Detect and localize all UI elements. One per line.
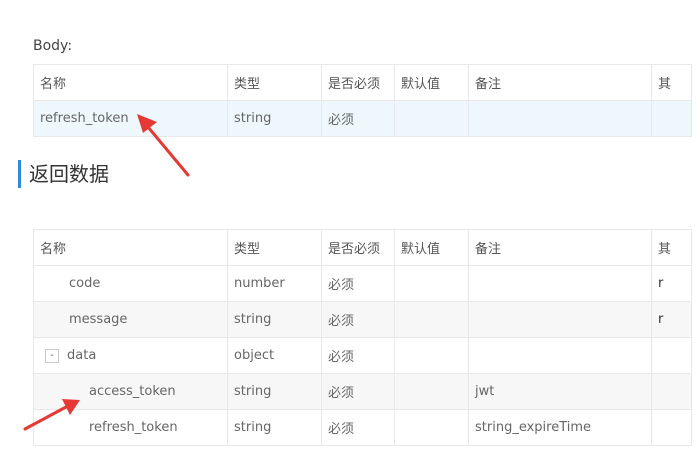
cell-note bbox=[468, 301, 652, 338]
cell-default bbox=[394, 301, 469, 338]
body-params-table: 名称 类型 是否必须 默认值 备注 其 refresh_token string… bbox=[33, 64, 692, 137]
header-name: 名称 bbox=[33, 229, 228, 266]
cell-default bbox=[394, 409, 469, 446]
cell-type: string bbox=[227, 409, 322, 446]
cell-extra: r bbox=[651, 301, 692, 338]
cell-name: message bbox=[33, 301, 228, 338]
table-row[interactable]: message string 必须 r bbox=[33, 301, 692, 338]
cell-name-label: data bbox=[67, 348, 97, 363]
cell-extra bbox=[651, 373, 692, 410]
header-note: 备注 bbox=[468, 229, 652, 266]
cell-type: object bbox=[227, 337, 322, 374]
header-type: 类型 bbox=[227, 64, 322, 101]
header-required: 是否必须 bbox=[321, 229, 395, 266]
cell-extra: r bbox=[651, 265, 692, 302]
cell-required: 必须 bbox=[321, 301, 395, 338]
table-row[interactable]: refresh_token string 必须 bbox=[33, 100, 692, 137]
table-row[interactable]: access_token string 必须 jwt bbox=[33, 373, 692, 410]
cell-default bbox=[394, 265, 469, 302]
cell-name: access_token bbox=[33, 373, 228, 410]
header-other: 其 bbox=[651, 229, 692, 266]
table-header-row: 名称 类型 是否必须 默认值 备注 其 bbox=[33, 64, 692, 101]
cell-default bbox=[394, 337, 469, 374]
cell-note bbox=[468, 100, 652, 137]
header-other: 其 bbox=[651, 64, 692, 101]
cell-note bbox=[468, 265, 652, 302]
table-row[interactable]: code number 必须 r bbox=[33, 265, 692, 302]
return-data-table: 名称 类型 是否必须 默认值 备注 其 code number 必须 r mes… bbox=[33, 229, 692, 446]
header-default: 默认值 bbox=[394, 229, 469, 266]
cell-extra bbox=[651, 409, 692, 446]
collapse-toggle-button[interactable]: - bbox=[45, 348, 59, 363]
cell-extra bbox=[651, 100, 692, 137]
cell-required: 必须 bbox=[321, 265, 395, 302]
cell-extra bbox=[651, 337, 692, 374]
cell-type: string bbox=[227, 100, 322, 137]
cell-name: refresh_token bbox=[33, 409, 228, 446]
cell-default bbox=[394, 100, 469, 137]
cell-name: refresh_token bbox=[33, 100, 228, 137]
body-section-label: Body: bbox=[33, 38, 73, 54]
cell-default bbox=[394, 373, 469, 410]
cell-required: 必须 bbox=[321, 337, 395, 374]
cell-name: code bbox=[33, 265, 228, 302]
cell-required: 必须 bbox=[321, 409, 395, 446]
header-required: 是否必须 bbox=[321, 64, 395, 101]
cell-note: string_expireTime bbox=[468, 409, 652, 446]
table-row[interactable]: refresh_token string 必须 string_expireTim… bbox=[33, 409, 692, 446]
cell-required: 必须 bbox=[321, 100, 395, 137]
cell-type: string bbox=[227, 301, 322, 338]
cell-type: number bbox=[227, 265, 322, 302]
cell-required: 必须 bbox=[321, 373, 395, 410]
header-name: 名称 bbox=[33, 64, 228, 101]
table-header-row: 名称 类型 是否必须 默认值 备注 其 bbox=[33, 229, 692, 266]
cell-note bbox=[468, 337, 652, 374]
cell-name: - data bbox=[33, 337, 228, 374]
header-type: 类型 bbox=[227, 229, 322, 266]
cell-type: string bbox=[227, 373, 322, 410]
header-default: 默认值 bbox=[394, 64, 469, 101]
return-data-heading: 返回数据 bbox=[18, 160, 109, 188]
cell-note: jwt bbox=[468, 373, 652, 410]
table-row[interactable]: - data object 必须 bbox=[33, 337, 692, 374]
header-note: 备注 bbox=[468, 64, 652, 101]
